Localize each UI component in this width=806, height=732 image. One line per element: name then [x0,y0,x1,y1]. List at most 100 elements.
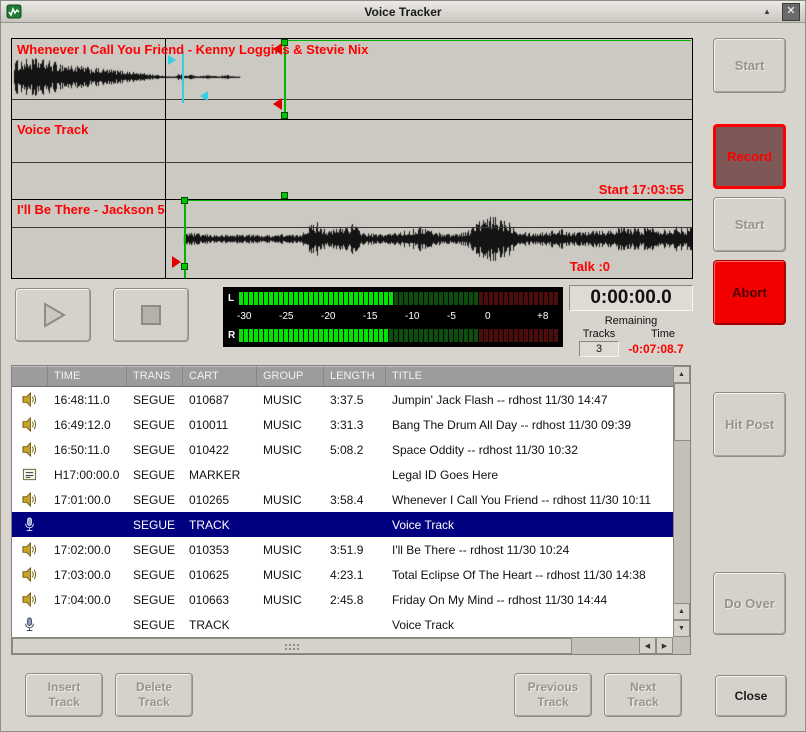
remaining-tracks-value: 3 [579,341,619,357]
close-button[interactable]: Close [715,675,787,717]
cell-cart: TRACK [183,518,257,532]
cell-time: 17:03:00.0 [48,568,127,582]
header-trans: TRANS [127,366,183,387]
scroll-up-icon[interactable]: ▲ [673,603,690,620]
meter-segment [404,292,408,305]
delete-track-button[interactable]: Delete Track [115,673,193,717]
log-row[interactable]: 17:04:00.0SEGUE010663MUSIC2:45.8Friday O… [12,587,673,612]
play-button[interactable] [15,288,91,342]
log-row[interactable]: 17:03:00.0SEGUE010625MUSIC4:23.1Total Ec… [12,562,673,587]
track1-fade-marker[interactable] [273,98,282,110]
meter-segment [349,292,353,305]
meter-scale-label: -10 [405,311,419,322]
cell-cart: 010625 [183,568,257,582]
cell-time: H17:00:00.0 [48,468,127,482]
insert-track-button[interactable]: Insert Track [25,673,103,717]
stop-icon [138,302,164,328]
meter-segment [484,329,488,342]
scrollbar-grip [284,643,300,651]
cell-title: Bang The Drum All Day -- rdhost 11/30 09… [386,418,673,432]
meter-segment [289,329,293,342]
log-row[interactable]: 16:48:11.0SEGUE010687MUSIC3:37.5Jumpin' … [12,387,673,412]
vertical-scrollbar-thumb[interactable] [674,383,691,441]
scroll-up-icon[interactable]: ▲ [673,366,690,383]
waveform-editor[interactable]: Whenever I Call You Friend - Kenny Loggi… [11,38,693,279]
meter-segment [264,292,268,305]
track1-marker-handle[interactable] [281,112,288,119]
cell-trans: SEGUE [127,493,183,507]
abort-button[interactable]: Abort [713,260,786,325]
log-row[interactable]: 17:02:00.0SEGUE010353MUSIC3:51.9I'll Be … [12,537,673,562]
meter-segment [539,329,543,342]
meter-segment [439,329,443,342]
horizontal-scrollbar[interactable]: ◀ ▶ [12,637,673,654]
meter-segment [274,329,278,342]
meter-segment [344,292,348,305]
meter-scale-label: -30 [237,311,251,322]
meter-segment [334,292,338,305]
cell-title: Voice Track [386,618,673,632]
cell-time: 16:48:11.0 [48,393,127,407]
cell-trans: SEGUE [127,568,183,582]
voice-tracker-window: Voice Tracker ▲ ✕ Whenever I Call You Fr… [0,0,806,732]
log-row[interactable]: H17:00:00.0SEGUEMARKERLegal ID Goes Here [12,462,673,487]
horizontal-scrollbar-thumb[interactable] [12,638,572,654]
shade-window-icon[interactable]: ▲ [759,4,775,20]
stop-button[interactable] [113,288,189,342]
titlebar[interactable]: Voice Tracker ▲ ✕ [1,1,805,23]
close-window-icon[interactable]: ✕ [782,3,800,21]
meter-segment [544,292,548,305]
cell-length: 3:58.4 [324,493,386,507]
cell-length: 3:31.3 [324,418,386,432]
meter-segment [519,292,523,305]
header-time: TIME [48,366,127,387]
cell-title: Space Oddity -- rdhost 11/30 10:32 [386,443,673,457]
log-row[interactable]: SEGUETRACKVoice Track [12,612,673,637]
track3-marker-handle[interactable] [181,263,188,270]
log-row[interactable]: 16:50:11.0SEGUE010422MUSIC5:08.2Space Od… [12,437,673,462]
meter-segment [304,329,308,342]
track1-talk-marker[interactable] [200,91,208,101]
log-row[interactable]: 16:49:12.0SEGUE010011MUSIC3:31.3Bang The… [12,412,673,437]
scroll-down-icon[interactable]: ▼ [673,620,690,637]
meter-segment [509,329,513,342]
meter-segment [259,329,263,342]
track3-fade-marker[interactable] [172,256,181,268]
record-button[interactable]: Record [713,124,786,189]
cell-group: MUSIC [257,393,324,407]
meter-segment [334,329,338,342]
meter-segment [324,292,328,305]
meter-segment [444,292,448,305]
meter-scale-label: 0 [485,311,491,322]
track1-talk-marker-line [182,51,184,103]
meter-segment [324,329,328,342]
meter-segment [494,292,498,305]
vertical-scrollbar[interactable]: ▲ ▲ ▼ [673,366,690,637]
cell-cart: 010353 [183,543,257,557]
cell-cart: 010011 [183,418,257,432]
meter-segment [419,329,423,342]
meter-segment [294,329,298,342]
start-track3-button[interactable]: Start [713,197,786,252]
meter-scale-label: +8 [537,311,548,322]
do-over-button[interactable]: Do Over [713,572,786,635]
meter-segment [369,292,373,305]
log-body: 16:48:11.0SEGUE010687MUSIC3:37.5Jumpin' … [12,387,673,637]
meter-segment [464,292,468,305]
log-row[interactable]: SEGUETRACKVoice Track [12,512,673,537]
hit-post-button[interactable]: Hit Post [713,392,786,457]
scroll-right-icon[interactable]: ▶ [656,637,673,654]
track2-marker-handle[interactable] [281,192,288,199]
previous-track-button[interactable]: Previous Track [514,673,592,717]
next-track-button[interactable]: Next Track [604,673,682,717]
cell-title: Friday On My Mind -- rdhost 11/30 14:44 [386,593,673,607]
scroll-left-icon[interactable]: ◀ [639,637,656,654]
meter-segment [499,292,503,305]
cell-trans: SEGUE [127,443,183,457]
track1-sub-divider [12,99,692,100]
cell-length: 4:23.1 [324,568,386,582]
meter-segment [389,329,393,342]
track3-marker-handle[interactable] [181,197,188,204]
start-track1-button[interactable]: Start [713,38,786,93]
log-row[interactable]: 17:01:00.0SEGUE010265MUSIC3:58.4Whenever… [12,487,673,512]
